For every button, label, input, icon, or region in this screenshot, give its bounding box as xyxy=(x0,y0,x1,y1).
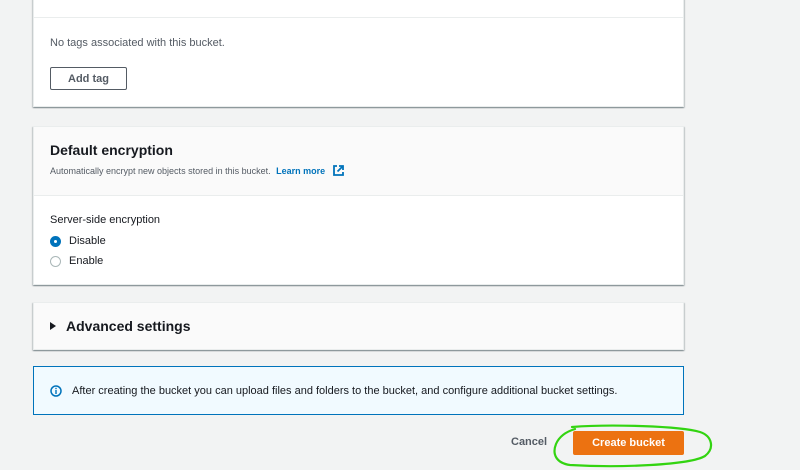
info-alert: After creating the bucket you can upload… xyxy=(33,366,684,415)
radio-disable[interactable]: Disable xyxy=(50,235,106,247)
cancel-button[interactable]: Cancel xyxy=(511,436,547,448)
divider xyxy=(34,17,683,18)
info-alert-text: After creating the bucket you can upload… xyxy=(72,384,618,397)
radio-enable[interactable]: Enable xyxy=(50,255,103,267)
create-bucket-button[interactable]: Create bucket xyxy=(573,431,684,455)
radio-enable-label[interactable]: Enable xyxy=(69,255,103,267)
radio-disable-label[interactable]: Disable xyxy=(69,235,106,247)
tags-empty-message: No tags associated with this bucket. xyxy=(50,37,225,49)
advanced-settings-panel[interactable]: Advanced settings xyxy=(33,302,684,350)
advanced-settings-title[interactable]: Advanced settings xyxy=(66,318,190,334)
default-encryption-description: Automatically encrypt new objects stored… xyxy=(50,164,345,177)
page: No tags associated with this bucket. Add… xyxy=(0,0,800,470)
advanced-settings-toggle[interactable]: Advanced settings xyxy=(50,318,190,334)
server-side-encryption-label: Server-side encryption xyxy=(50,214,161,226)
default-encryption-header: Default encryption Automatically encrypt… xyxy=(34,127,683,196)
radio-enable-control[interactable] xyxy=(50,255,61,267)
external-link-icon[interactable] xyxy=(332,164,345,177)
caret-right-icon[interactable] xyxy=(50,322,56,330)
tags-panel: No tags associated with this bucket. Add… xyxy=(33,0,684,107)
info-icon xyxy=(50,384,62,397)
default-encryption-panel: Default encryption Automatically encrypt… xyxy=(33,126,684,285)
description-text: Automatically encrypt new objects stored… xyxy=(50,166,271,176)
default-encryption-title: Default encryption xyxy=(50,142,173,158)
radio-disable-control[interactable] xyxy=(50,235,61,247)
add-tag-button[interactable]: Add tag xyxy=(50,67,127,90)
learn-more-link[interactable]: Learn more xyxy=(276,166,325,176)
